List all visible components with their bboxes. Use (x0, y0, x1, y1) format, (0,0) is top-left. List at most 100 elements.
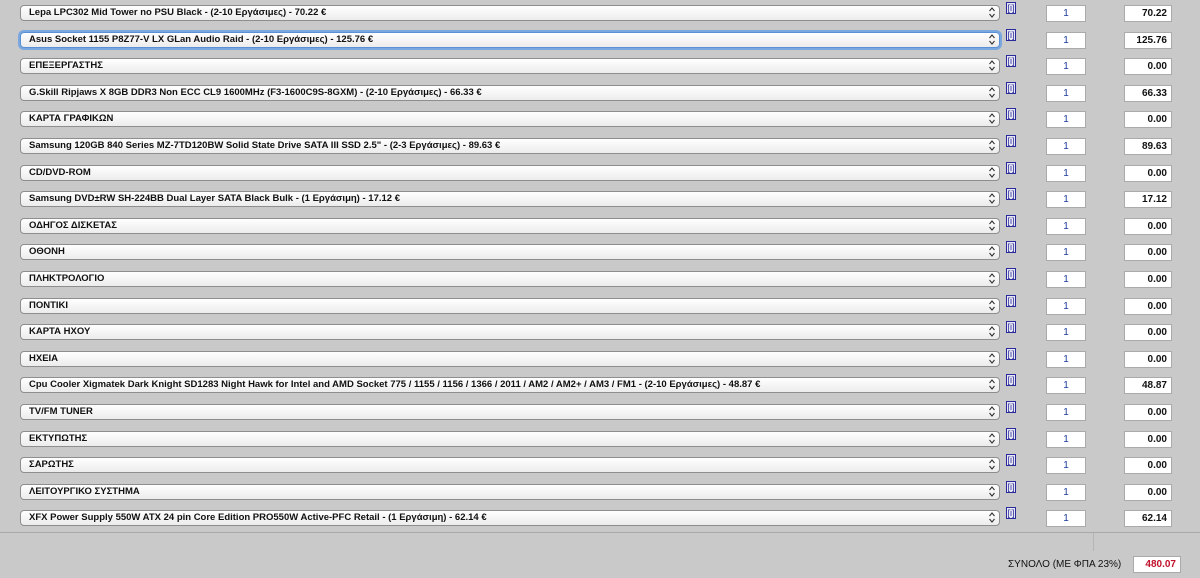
info-icon[interactable]: [i] (1006, 267, 1016, 280)
row-price: 0.00 (1124, 111, 1172, 129)
component-select-value: ΚΑΡΤΑ ΗΧΟΥ (29, 326, 91, 338)
row-price: 0.00 (1124, 270, 1172, 288)
info-icon[interactable]: [i] (1006, 507, 1016, 520)
info-icon[interactable]: [i] (1006, 214, 1016, 227)
row-price: 0.00 (1124, 324, 1172, 342)
quantity-input[interactable]: 1 (1046, 457, 1086, 475)
component-row: ΕΚΤΥΠΩΤΗΣ [i] 1 0.00 (0, 425, 1200, 453)
component-select-value: ΗΧΕΙΑ (29, 352, 59, 364)
info-icon[interactable]: [i] (1006, 28, 1016, 41)
info-icon[interactable]: [i] (1006, 400, 1016, 413)
component-select[interactable]: ΛΕΙΤΟΥΡΓΙΚΟ ΣΥΣΤΗΜΑ (20, 483, 1000, 500)
row-price: 0.00 (1124, 403, 1172, 421)
total-label: ΣΥΝΟΛΟ (ΜΕ ΦΠΑ 23%) (1008, 559, 1122, 570)
quantity-input[interactable]: 1 (1046, 244, 1086, 262)
total-value: 480.07 (1133, 556, 1181, 573)
quantity-input[interactable]: 1 (1046, 350, 1086, 368)
component-row: ΚΑΡΤΑ ΗΧΟΥ [i] 1 0.00 (0, 319, 1200, 346)
component-select[interactable]: ΚΑΡΤΑ ΓΡΑΦΙΚΩΝ (20, 111, 1000, 128)
info-icon[interactable]: [i] (1006, 294, 1016, 307)
info-icon[interactable]: [i] (1006, 55, 1016, 68)
component-select[interactable]: ΕΠΕΞΕΡΓΑΣΤΗΣ (20, 58, 1000, 75)
component-select[interactable]: Cpu Cooler Xigmatek Dark Knight SD1283 N… (20, 377, 1000, 394)
component-select[interactable]: ΠΛΗΚΤΡΟΛΟΓΙΟ (20, 270, 1000, 287)
component-select[interactable]: ΕΚΤΥΠΩΤΗΣ (20, 430, 1000, 447)
info-icon[interactable]: [i] (1006, 480, 1016, 493)
quantity-input[interactable]: 1 (1046, 191, 1086, 209)
component-row: G.Skill Ripjaws X 8GB DDR3 Non ECC CL9 1… (0, 79, 1200, 107)
component-select[interactable]: ΠΟΝΤΙΚΙ (20, 297, 1000, 314)
component-select-value: Samsung DVD±RW SH-224BB Dual Layer SATA … (29, 193, 400, 205)
component-select[interactable]: TV/FM TUNER (20, 403, 1000, 420)
quantity-input[interactable]: 1 (1046, 164, 1086, 182)
quantity-input[interactable]: 1 (1046, 111, 1086, 129)
quantity-input[interactable]: 1 (1046, 430, 1086, 448)
updown-arrows-icon (988, 113, 996, 126)
info-icon[interactable]: [i] (1006, 241, 1016, 254)
component-select[interactable]: ΟΔΗΓΟΣ ΔΙΣΚΕΤΑΣ (20, 217, 1000, 234)
row-price: 0.00 (1124, 244, 1172, 262)
component-select[interactable]: Lepa LPC302 Mid Tower no PSU Black - (2-… (20, 5, 1000, 21)
quantity-input[interactable]: 1 (1046, 84, 1086, 102)
component-select[interactable]: XFX Power Supply 550W ATX 24 pin Core Ed… (20, 510, 1000, 527)
component-select-value: Lepa LPC302 Mid Tower no PSU Black - (2-… (29, 7, 327, 18)
row-price: 62.14 (1124, 510, 1172, 528)
quantity-input[interactable]: 1 (1046, 377, 1086, 395)
info-icon[interactable]: [i] (1006, 347, 1016, 360)
component-select-value: ΟΔΗΓΟΣ ΔΙΣΚΕΤΑΣ (29, 219, 117, 231)
component-select[interactable]: ΚΑΡΤΑ ΗΧΟΥ (20, 324, 1000, 341)
component-select-value: XFX Power Supply 550W ATX 24 pin Core Ed… (29, 512, 487, 524)
component-select[interactable]: Samsung DVD±RW SH-224BB Dual Layer SATA … (20, 191, 1000, 208)
info-icon[interactable]: [i] (1006, 161, 1016, 174)
component-select[interactable]: ΟΘΟΝΗ (20, 244, 1000, 261)
component-row: ΗΧΕΙΑ [i] 1 0.00 (0, 345, 1200, 373)
info-icon[interactable]: [i] (1006, 374, 1016, 387)
row-price: 0.00 (1124, 430, 1172, 448)
component-select-value: ΠΟΝΤΙΚΙ (29, 299, 69, 311)
component-row: ΟΘΟΝΗ [i] 1 0.00 (0, 239, 1200, 266)
info-icon[interactable]: [i] (1006, 188, 1016, 201)
info-icon[interactable]: [i] (1006, 81, 1016, 94)
component-select[interactable]: CD/DVD-ROM (20, 164, 1000, 181)
component-select[interactable]: ΗΧΕΙΑ (20, 350, 1000, 367)
component-select-value: ΕΠΕΞΕΡΓΑΣΤΗΣ (29, 60, 103, 72)
quantity-input[interactable]: 1 (1046, 58, 1086, 76)
updown-arrows-icon (988, 273, 996, 286)
quantity-input[interactable]: 1 (1046, 297, 1086, 315)
info-icon[interactable]: [i] (1006, 321, 1016, 334)
quantity-input[interactable]: 1 (1046, 137, 1086, 155)
updown-arrows-icon (988, 7, 996, 20)
component-row: ΟΔΗΓΟΣ ΔΙΣΚΕΤΑΣ [i] 1 0.00 (0, 212, 1200, 240)
quantity-input[interactable]: 1 (1046, 5, 1086, 22)
component-select-value: Samsung 120GB 840 Series MZ-7TD120BW Sol… (29, 139, 501, 151)
info-icon[interactable]: [i] (1006, 134, 1016, 147)
info-icon[interactable]: [i] (1006, 427, 1016, 440)
component-row: ΕΠΕΞΕΡΓΑΣΤΗΣ [i] 1 0.00 (0, 53, 1200, 80)
updown-arrows-icon (988, 219, 996, 233)
component-select[interactable]: G.Skill Ripjaws X 8GB DDR3 Non ECC CL9 1… (20, 84, 1000, 101)
component-select-value: ΛΕΙΤΟΥΡΓΙΚΟ ΣΥΣΤΗΜΑ (29, 485, 140, 497)
row-price: 125.76 (1124, 31, 1172, 49)
quantity-input[interactable]: 1 (1046, 483, 1086, 501)
quantity-input[interactable]: 1 (1046, 31, 1086, 49)
quantity-input[interactable]: 1 (1046, 403, 1086, 421)
updown-arrows-icon (988, 352, 996, 366)
quantity-input[interactable]: 1 (1046, 270, 1086, 288)
info-icon[interactable]: [i] (1006, 108, 1016, 121)
component-row: Lepa LPC302 Mid Tower no PSU Black - (2-… (0, 0, 1200, 27)
row-price: 0.00 (1124, 457, 1172, 475)
component-row: Asus Socket 1155 P8Z77-V LX GLan Audio R… (0, 26, 1200, 54)
info-icon[interactable]: [i] (1006, 454, 1016, 467)
component-select[interactable]: Asus Socket 1155 P8Z77-V LX GLan Audio R… (20, 31, 1000, 48)
row-price: 0.00 (1124, 58, 1172, 76)
component-row: TV/FM TUNER [i] 1 0.00 (0, 398, 1200, 426)
quantity-input[interactable]: 1 (1046, 510, 1086, 528)
row-price: 0.00 (1124, 350, 1172, 368)
component-row: ΛΕΙΤΟΥΡΓΙΚΟ ΣΥΣΤΗΜΑ [i] 1 0.00 (0, 478, 1200, 506)
component-row: ΠΛΗΚΤΡΟΛΟΓΙΟ [i] 1 0.00 (0, 265, 1200, 293)
component-select[interactable]: ΣΑΡΩΤΗΣ (20, 457, 1000, 474)
info-icon[interactable]: [i] (1006, 2, 1016, 14)
quantity-input[interactable]: 1 (1046, 217, 1086, 235)
quantity-input[interactable]: 1 (1046, 324, 1086, 342)
component-select[interactable]: Samsung 120GB 840 Series MZ-7TD120BW Sol… (20, 137, 1000, 154)
